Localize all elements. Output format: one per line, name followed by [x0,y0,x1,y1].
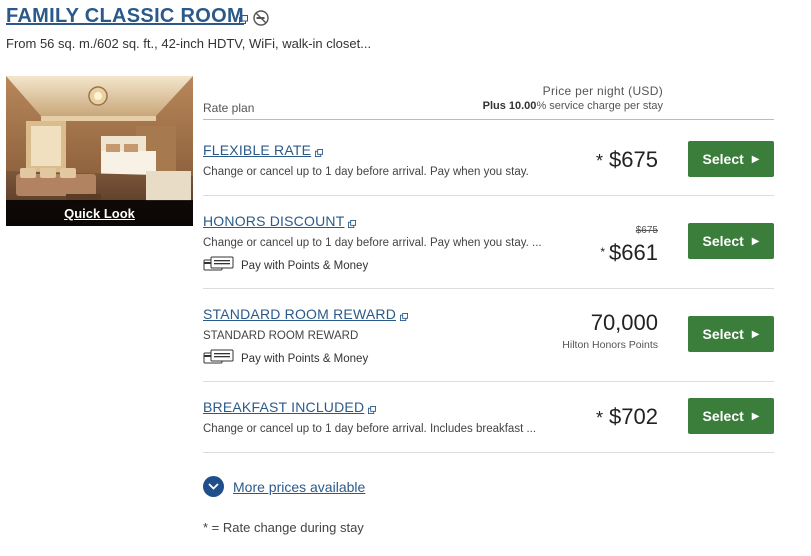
rate-description: Change or cancel up to 1 day before arri… [203,423,537,435]
select-button[interactable]: Select ▶ [688,141,774,177]
rate-name-link[interactable]: HONORS DISCOUNT [203,213,357,231]
select-button-label: Select [702,233,744,249]
chevron-right-icon: ▶ [751,153,760,165]
rate-change-star: * [596,151,604,171]
chevron-down-icon[interactable] [203,476,224,497]
row-divider [203,288,774,289]
rate-name-text: HONORS DISCOUNT [203,213,345,229]
rate-description: Change or cancel up to 1 day before arri… [203,237,542,249]
external-link-icon [315,144,324,160]
service-charge-note: Plus 10.00% service charge per stay [483,100,663,112]
original-price: $675 [635,225,658,236]
select-button-label: Select [702,151,744,167]
room-title-link[interactable]: FAMILY CLASSIC ROOM [6,5,244,28]
points-money-icon [203,256,235,275]
room-photo[interactable]: Quick Look [6,76,193,226]
points-money-line: Pay with Points & Money [203,256,368,275]
more-prices-link[interactable]: More prices available [233,479,365,495]
points-value: 70,000 [590,310,658,335]
rate-plan-header: Rate plan [203,101,255,115]
rate-price: * $675 [596,147,658,173]
row-divider [203,195,774,196]
points-money-label: Pay with Points & Money [241,352,369,365]
select-button[interactable]: Select ▶ [688,316,774,352]
rate-description: Change or cancel up to 1 day before arri… [203,166,529,178]
more-prices-toggle[interactable]: More prices available [203,476,365,497]
points-label: Hilton Honors Points [562,339,658,351]
price-value: $661 [609,240,658,265]
external-link-icon [368,401,377,417]
rate-name-link[interactable]: BREAKFAST INCLUDED [203,399,377,417]
external-link-icon[interactable] [239,11,248,29]
price-value: $675 [609,147,658,172]
rate-name-text: BREAKFAST INCLUDED [203,399,365,415]
service-charge-percent: Plus 10.00 [482,100,537,112]
rate-change-footnote: * = Rate change during stay [203,520,364,535]
points-money-line: Pay with Points & Money [203,349,368,368]
rate-change-star: * [600,245,606,259]
rate-price: * $661 [600,240,658,266]
rate-name-text: FLEXIBLE RATE [203,142,312,158]
rate-name-text: STANDARD ROOM REWARD [203,306,396,322]
points-money-icon [203,349,235,368]
rate-name-link[interactable]: STANDARD ROOM REWARD [203,306,408,324]
price-value: $702 [609,404,658,429]
rate-change-star: * [596,408,604,428]
rate-price: * $702 [596,404,658,430]
select-button[interactable]: Select ▶ [688,398,774,434]
select-button-label: Select [702,326,744,342]
service-charge-text: % service charge per stay [536,100,663,112]
rate-description: STANDARD ROOM REWARD [203,330,359,342]
row-divider [203,452,774,453]
select-button[interactable]: Select ▶ [688,223,774,259]
points-money-label: Pay with Points & Money [241,259,369,272]
row-divider [203,381,774,382]
chevron-right-icon: ▶ [751,328,760,340]
chevron-right-icon: ▶ [751,235,760,247]
quick-look-link[interactable]: Quick Look [6,200,193,226]
external-link-icon [400,308,408,324]
select-button-label: Select [702,408,744,424]
rate-name-link[interactable]: FLEXIBLE RATE [203,142,324,160]
room-description: From 56 sq. m./602 sq. ft., 42-inch HDTV… [6,36,372,51]
chevron-right-icon: ▶ [751,410,760,422]
price-per-night-header: Price per night (USD) [542,84,663,98]
external-link-icon [348,215,357,231]
no-smoking-icon [253,10,269,31]
header-divider [203,119,774,120]
